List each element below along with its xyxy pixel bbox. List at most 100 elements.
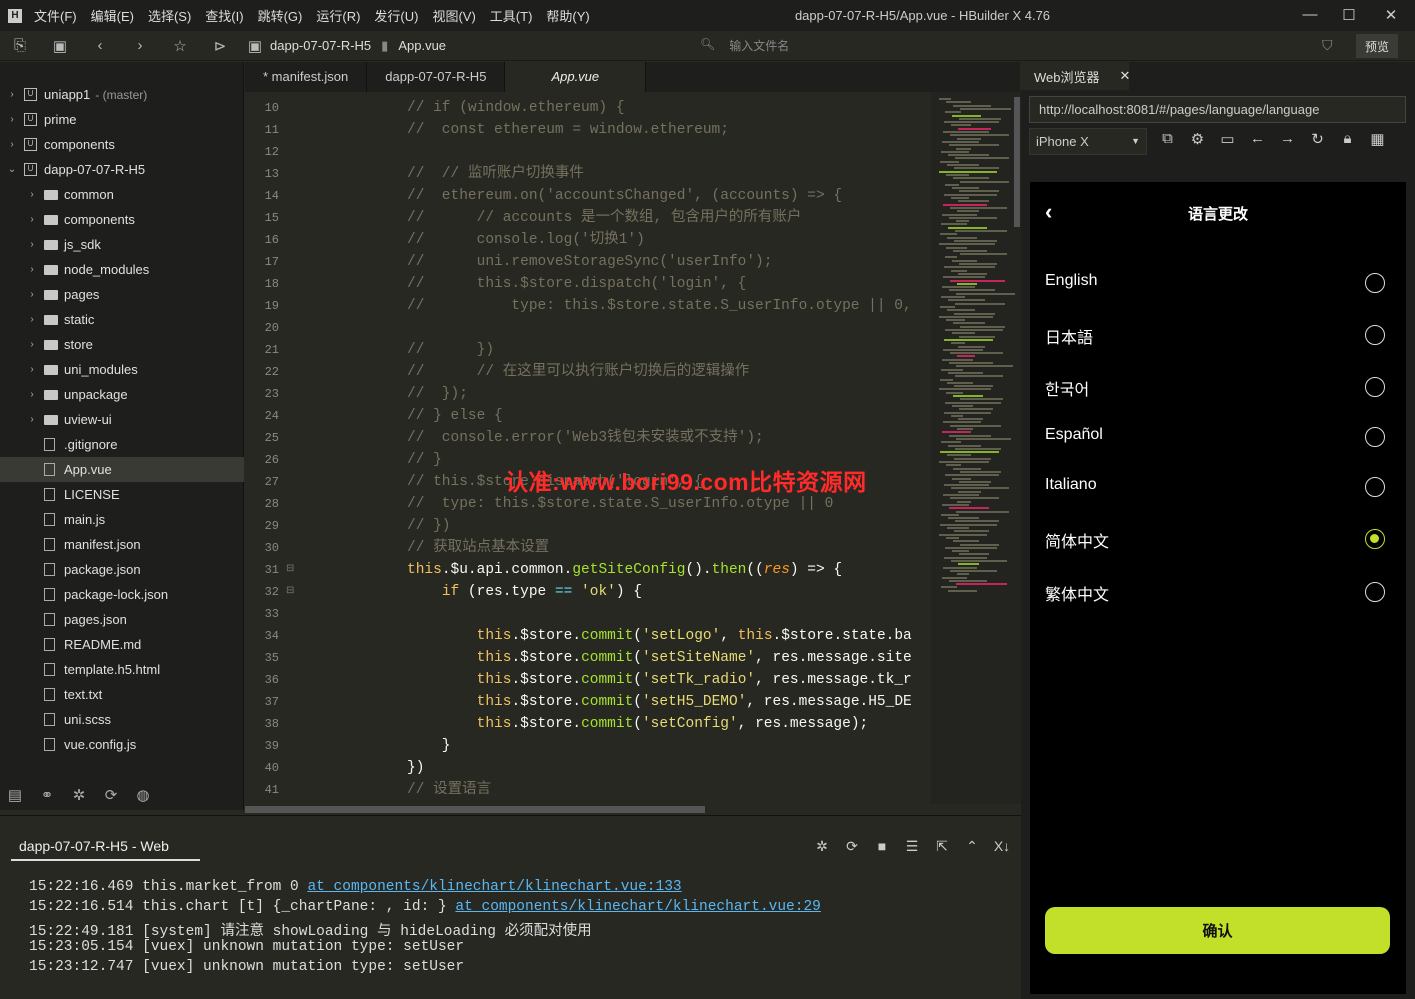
fold-toggle-icon[interactable]: ⊟ (286, 559, 294, 581)
chevron-icon[interactable]: › (26, 414, 38, 425)
gear-icon[interactable]: ⚙ (1188, 130, 1207, 148)
preview-button[interactable]: 预览 (1356, 34, 1398, 58)
tree-item[interactable]: › store (0, 332, 244, 357)
tree-item[interactable]: README.md (0, 632, 244, 657)
export-icon[interactable]: ⇱ (932, 838, 952, 855)
log-source-link[interactable]: at components/klinechart/klinechart.vue:… (307, 879, 681, 895)
tree-item[interactable]: › uni_modules (0, 357, 244, 382)
tree-item[interactable]: template.h5.html (0, 657, 244, 682)
close-window-button[interactable]: ✕ (1381, 6, 1401, 26)
word-wrap-icon[interactable]: X↓ (992, 838, 1012, 855)
tree-item[interactable]: › pages (0, 282, 244, 307)
save-icon[interactable]: ▣ (40, 37, 80, 55)
log-source-link[interactable]: at components/klinechart/klinechart.vue:… (455, 899, 820, 915)
tree-item[interactable]: .gitignore (0, 432, 244, 457)
language-radio[interactable] (1365, 477, 1385, 497)
file-search-input[interactable]: 输入文件名 (729, 37, 789, 54)
chevron-icon[interactable]: › (26, 214, 38, 225)
chevron-icon[interactable]: › (6, 89, 18, 100)
close-tab-icon[interactable]: ✕ (1120, 68, 1131, 84)
restart-icon[interactable]: ⟳ (842, 838, 862, 855)
filter-icon[interactable]: ⛉ (1322, 37, 1333, 54)
web-browser-tab[interactable]: Web浏览器 ✕ (1021, 62, 1131, 90)
tree-item[interactable]: › Uprime (0, 107, 244, 132)
language-radio[interactable] (1365, 582, 1385, 602)
tree-item[interactable]: › js_sdk (0, 232, 244, 257)
chevron-icon[interactable]: › (26, 189, 38, 200)
tree-item[interactable]: App.vue (0, 457, 244, 482)
language-radio[interactable] (1365, 377, 1385, 397)
chevron-icon[interactable]: › (26, 314, 38, 325)
binoculars-icon[interactable]: ⚭ (38, 786, 56, 804)
breadcrumb-file[interactable]: App.vue (398, 38, 446, 53)
tree-item[interactable]: › components (0, 207, 244, 232)
language-radio[interactable] (1365, 273, 1385, 293)
open-external-icon[interactable]: ⧉ (1158, 130, 1177, 148)
tree-item[interactable]: › Uuniapp1 - (master) (0, 82, 244, 107)
forward-arrow-icon[interactable]: → (1278, 130, 1297, 148)
stop-icon[interactable]: ■ (872, 838, 892, 855)
language-radio[interactable] (1365, 427, 1385, 447)
language-option-label[interactable]: 한국어 (1045, 376, 1089, 399)
menu-item[interactable]: 选择(S) (148, 6, 191, 25)
tree-item[interactable]: › Ucomponents (0, 132, 244, 157)
tree-item[interactable]: package.json (0, 557, 244, 582)
tree-item[interactable]: manifest.json (0, 532, 244, 557)
tree-item[interactable]: ⌄ Udapp-07-07-R-H5 (0, 157, 244, 182)
tree-item[interactable]: › uview-ui (0, 407, 244, 432)
vertical-scrollbar-thumb[interactable] (1014, 97, 1020, 227)
qrcode-icon[interactable]: ▦ (1368, 130, 1387, 148)
code-editor[interactable]: 10 // if (window.ethereum) {11 // const et… (245, 92, 931, 804)
menu-item[interactable]: 跳转(G) (258, 6, 303, 25)
language-option-label[interactable]: 简体中文 (1045, 528, 1109, 551)
tree-item[interactable]: › static (0, 307, 244, 332)
bug-icon[interactable]: ✲ (70, 786, 88, 804)
language-radio[interactable] (1365, 325, 1385, 345)
terminal-icon[interactable]: ▭ (1218, 130, 1237, 148)
fold-toggle-icon[interactable]: ⊟ (286, 581, 294, 603)
language-option-label[interactable]: 繁体中文 (1045, 581, 1109, 604)
files-icon[interactable]: ▤ (6, 786, 24, 804)
tree-item[interactable]: LICENSE (0, 482, 244, 507)
tree-item[interactable]: › unpackage (0, 382, 244, 407)
language-option-label[interactable]: 日本語 (1045, 324, 1093, 347)
device-select[interactable]: iPhone X ▼ (1029, 128, 1147, 155)
tree-item[interactable]: pages.json (0, 607, 244, 632)
new-file-icon[interactable]: ⎘ (0, 37, 40, 54)
tree-item[interactable]: package-lock.json (0, 582, 244, 607)
language-option-label[interactable]: Español (1045, 426, 1103, 446)
editor-tab[interactable]: dapp-07-07-R-H5 (367, 62, 506, 92)
bug-icon[interactable]: ✲ (812, 838, 832, 855)
lock-icon[interactable]: 🔒︎ (1338, 130, 1357, 148)
minimap[interactable] (931, 92, 1021, 804)
back-arrow-icon[interactable]: ← (1248, 130, 1267, 148)
tree-item[interactable]: › common (0, 182, 244, 207)
confirm-button[interactable]: 确认 (1045, 907, 1390, 954)
tree-item[interactable]: uni.scss (0, 707, 244, 732)
tree-item[interactable]: text.txt (0, 682, 244, 707)
url-input[interactable]: http://localhost:8081/#/pages/language/l… (1029, 96, 1406, 123)
menu-item[interactable]: 运行(R) (316, 6, 360, 25)
globe-icon[interactable]: ◍ (134, 786, 152, 804)
chevron-icon[interactable]: › (26, 289, 38, 300)
menu-item[interactable]: 编辑(E) (91, 6, 134, 25)
menu-item[interactable]: 文件(F) (34, 6, 77, 25)
console-tab[interactable]: dapp-07-07-R-H5 - Web (19, 838, 169, 854)
language-option-label[interactable]: Italiano (1045, 476, 1097, 496)
refresh-icon[interactable]: ↻ (1308, 130, 1327, 148)
chevron-icon[interactable]: › (26, 239, 38, 250)
tree-item[interactable]: vue.config.js (0, 732, 244, 757)
chevron-icon[interactable]: › (26, 339, 38, 350)
tree-item[interactable]: main.js (0, 507, 244, 532)
editor-tab[interactable]: * manifest.json (245, 62, 368, 92)
git-icon[interactable]: ⟳ (102, 786, 120, 804)
language-option-label[interactable]: English (1045, 272, 1097, 292)
back-icon[interactable]: ‹ (80, 37, 120, 54)
tree-item[interactable]: › node_modules (0, 257, 244, 282)
menu-item[interactable]: 查找(I) (205, 6, 243, 25)
chevron-icon[interactable]: ⌄ (6, 164, 18, 175)
collapse-icon[interactable]: ⌃ (962, 838, 982, 855)
chevron-icon[interactable]: › (26, 389, 38, 400)
clear-filter-icon[interactable]: ☰ (902, 838, 922, 855)
menu-item[interactable]: 帮助(Y) (546, 6, 589, 25)
